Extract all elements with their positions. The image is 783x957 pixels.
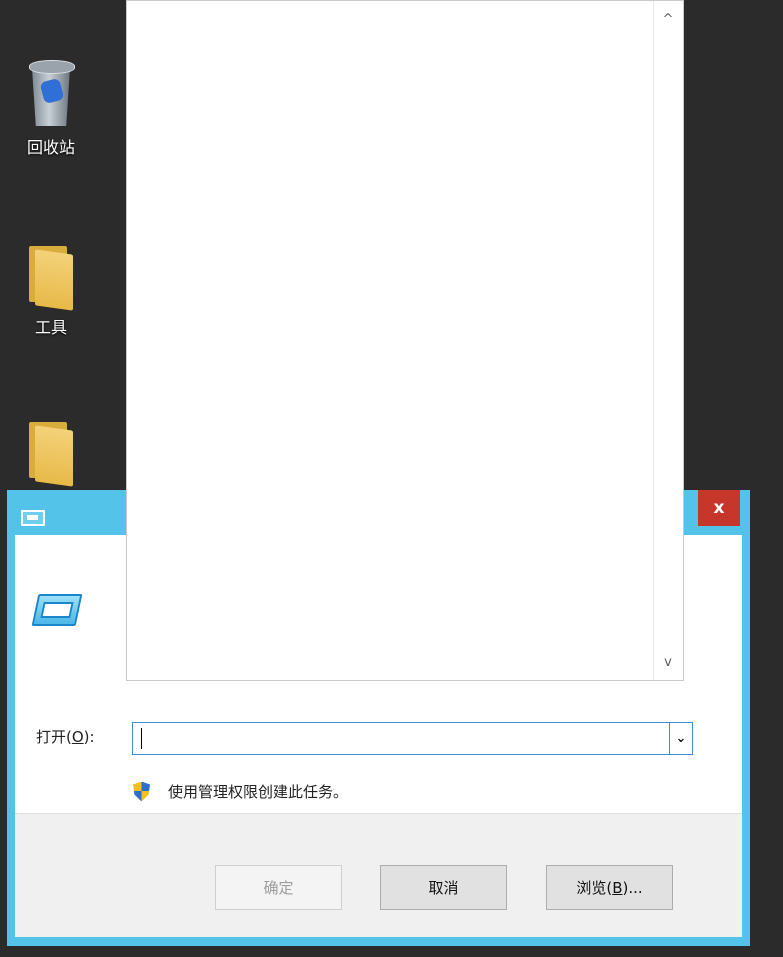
- scroll-up-icon[interactable]: ^: [654, 7, 682, 31]
- chevron-down-icon[interactable]: ⌄: [669, 723, 692, 754]
- folder-icon: [25, 420, 77, 487]
- close-button[interactable]: x: [698, 490, 740, 526]
- autocomplete-list[interactable]: ^ v: [126, 0, 684, 681]
- desktop-icon-tools-folder[interactable]: 工具: [6, 244, 96, 338]
- run-app-icon: [21, 510, 45, 526]
- button-bar: 确定 取消 浏览(B)...: [15, 813, 742, 937]
- folder-icon: [25, 244, 77, 311]
- uac-shield-icon: [133, 781, 150, 802]
- recycle-bin-icon: [27, 58, 75, 128]
- open-label: 打开(O):: [36, 728, 95, 746]
- desktop-icon-label: 工具: [34, 318, 67, 337]
- ok-button[interactable]: 确定: [215, 865, 342, 910]
- browse-button[interactable]: 浏览(B)...: [546, 865, 673, 910]
- admin-text: 使用管理权限创建此任务。: [168, 783, 349, 801]
- admin-option: 使用管理权限创建此任务。: [133, 781, 348, 802]
- text-caret: [141, 728, 142, 749]
- cancel-button[interactable]: 取消: [380, 865, 507, 910]
- open-combobox[interactable]: ⌄: [132, 722, 693, 755]
- scroll-down-icon[interactable]: v: [654, 650, 682, 674]
- desktop-icon-label: 回收站: [26, 138, 75, 157]
- desktop-icon-folder[interactable]: [6, 420, 96, 487]
- vertical-scrollbar[interactable]: ^ v: [653, 1, 683, 680]
- run-icon: [31, 594, 83, 626]
- desktop-icon-recycle-bin[interactable]: 回收站: [6, 58, 96, 158]
